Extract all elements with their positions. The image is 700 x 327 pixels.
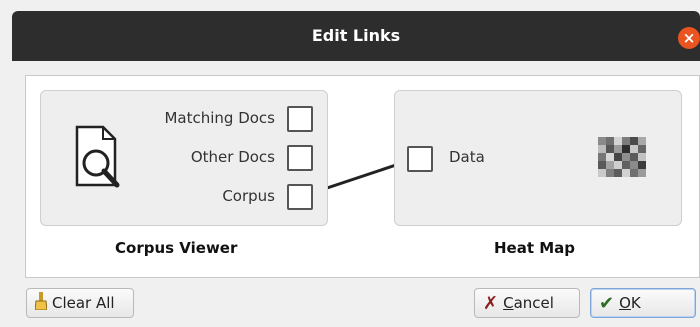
dialog-titlebar: Edit Links × <box>12 11 700 61</box>
cancel-button[interactable]: ✗ Cancel <box>474 288 580 318</box>
output-label-matching-docs: Matching Docs <box>164 109 275 127</box>
close-icon[interactable]: × <box>678 27 700 49</box>
input-port-data[interactable] <box>407 146 433 172</box>
target-widget-box: Data <box>394 90 682 226</box>
target-widget-name: Heat Map <box>494 239 576 257</box>
output-port-matching-docs[interactable] <box>287 106 313 132</box>
heatmap-icon <box>598 137 646 177</box>
broom-icon <box>34 292 48 314</box>
output-port-corpus[interactable] <box>287 184 313 210</box>
source-widget-name: Corpus Viewer <box>115 239 238 257</box>
clear-all-button[interactable]: Clear All <box>26 288 134 318</box>
checkmark-icon: ✔ <box>599 292 615 314</box>
output-port-other-docs[interactable] <box>287 145 313 171</box>
output-label-corpus: Corpus <box>222 187 275 205</box>
dialog-title: Edit Links <box>311 26 401 45</box>
ok-label: OK <box>619 294 641 312</box>
output-label-other-docs: Other Docs <box>190 148 275 166</box>
ok-button[interactable]: ✔ OK <box>590 288 696 318</box>
input-label-data: Data <box>449 148 485 166</box>
document-search-icon <box>75 125 120 188</box>
cancel-x-icon: ✗ <box>483 292 499 314</box>
clear-all-label: Clear All <box>52 294 115 312</box>
links-editor-canvas: Matching Docs Other Docs Corpus Data Cor… <box>25 75 700 278</box>
source-widget-box: Matching Docs Other Docs Corpus <box>40 90 328 226</box>
cancel-label: Cancel <box>503 294 554 312</box>
